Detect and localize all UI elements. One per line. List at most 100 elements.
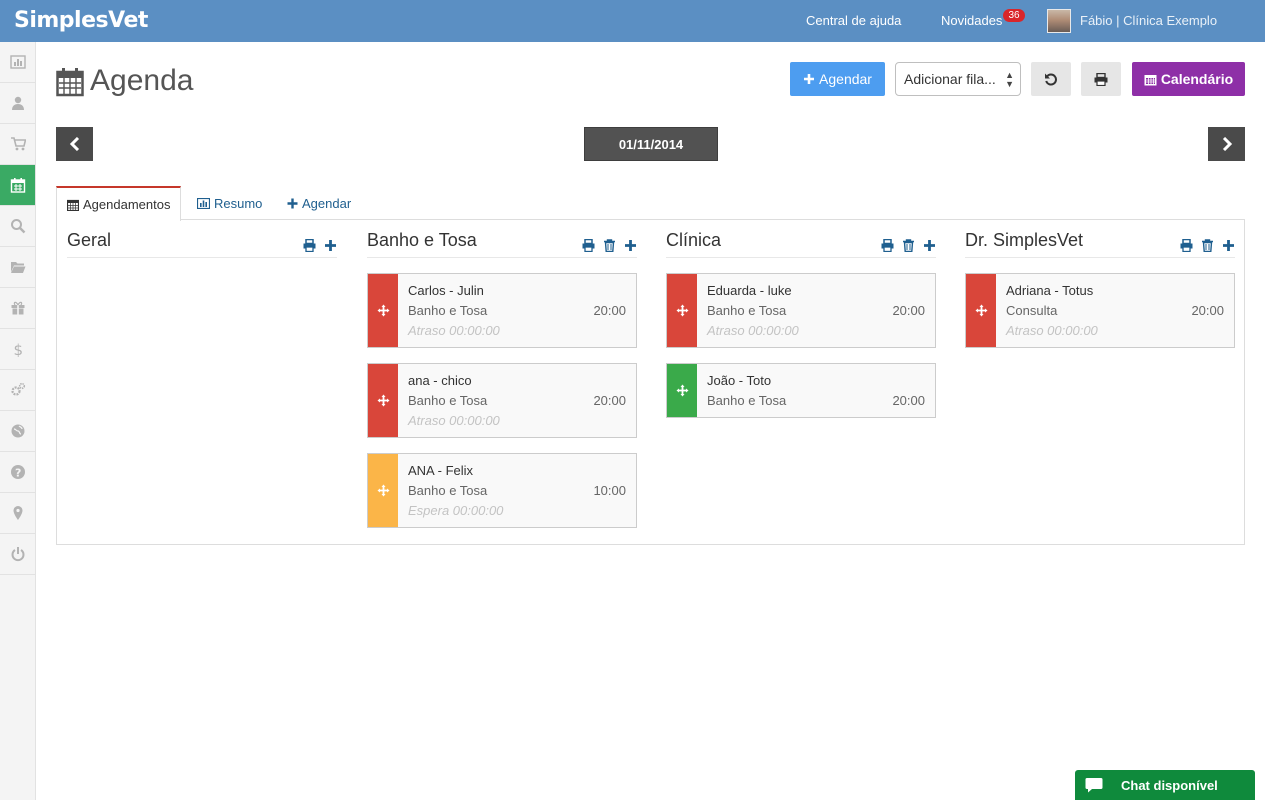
- sidebar-item-reports[interactable]: [0, 42, 35, 83]
- move-icon: [377, 304, 389, 317]
- globe-icon: [11, 424, 24, 438]
- print-icon[interactable]: [881, 239, 894, 252]
- card-status: Atraso 00:00:00: [408, 413, 500, 428]
- print-button[interactable]: [1081, 62, 1121, 96]
- column-actions: [881, 239, 936, 252]
- card-status-bar[interactable]: [368, 274, 398, 347]
- tab-resumo[interactable]: Resumo: [197, 186, 262, 220]
- sidebar-item-web[interactable]: [0, 411, 35, 452]
- refresh-button[interactable]: [1031, 62, 1071, 96]
- question-icon: ?: [10, 465, 25, 480]
- sidebar-item-logout[interactable]: [0, 534, 35, 575]
- trash-icon[interactable]: [902, 239, 915, 252]
- calendar-icon: [10, 178, 25, 193]
- sidebar-item-files[interactable]: [0, 247, 35, 288]
- sidebar-item-finance[interactable]: $: [0, 329, 35, 370]
- appointment-card[interactable]: ana - chico Banho e Tosa 20:00 Atraso 00:…: [367, 363, 637, 438]
- chevron-left-icon: [69, 137, 79, 151]
- move-icon: [676, 384, 688, 397]
- print-icon[interactable]: [303, 239, 316, 252]
- tab-agendamentos[interactable]: Agendamentos: [56, 186, 182, 221]
- tab-label: Agendamentos: [83, 197, 171, 212]
- card-status-bar[interactable]: [667, 364, 697, 417]
- card-pet-name: Eduarda - luke: [707, 283, 792, 298]
- appointment-card[interactable]: Eduarda - luke Banho e Tosa 20:00 Atraso …: [666, 273, 936, 348]
- sidebar-item-gifts[interactable]: [0, 288, 35, 329]
- move-icon: [975, 304, 987, 317]
- plus-icon[interactable]: [1222, 239, 1235, 252]
- tab-label: Resumo: [214, 195, 263, 211]
- help-center-link[interactable]: Central de ajuda: [806, 13, 901, 28]
- select-arrows-icon: ▲ ▼: [1005, 70, 1014, 89]
- card-status-bar[interactable]: [667, 274, 697, 347]
- column-title: Geral: [67, 230, 112, 250]
- card-service: Banho e Tosa: [408, 393, 488, 408]
- sidebar-item-clients[interactable]: [0, 83, 35, 124]
- sidebar: $ ?: [0, 42, 36, 800]
- appointment-card[interactable]: Adriana - Totus Consulta 20:00 Atraso 00:…: [965, 273, 1235, 348]
- undo-icon: [1045, 73, 1057, 86]
- column-header: Banho e Tosa: [367, 230, 637, 258]
- card-status-bar[interactable]: [966, 274, 996, 347]
- card-time: 20:00: [593, 303, 626, 318]
- dollar-icon: $: [13, 341, 23, 357]
- calendar-button-label: Calendário: [1160, 71, 1234, 87]
- card-time: 20:00: [593, 393, 626, 408]
- card-pet-name: Adriana - Totus: [1006, 283, 1094, 298]
- card-service: Banho e Tosa: [408, 303, 488, 318]
- sidebar-item-agenda[interactable]: [0, 165, 35, 206]
- card-status-bar[interactable]: [368, 364, 398, 437]
- next-day-button[interactable]: [1208, 127, 1245, 161]
- column-title: Dr. SimplesVet: [965, 230, 1084, 250]
- bar-chart-icon: [197, 197, 210, 209]
- card-status: Atraso 00:00:00: [1006, 323, 1098, 338]
- trash-icon[interactable]: [603, 239, 616, 252]
- avatar[interactable]: [1047, 9, 1071, 33]
- agendar-button[interactable]: Agendar: [790, 62, 885, 96]
- queue-select-value: Adicionar fila...: [904, 71, 996, 87]
- calendar-button[interactable]: Calendário: [1132, 62, 1245, 96]
- sidebar-item-sales[interactable]: [0, 124, 35, 165]
- column-title: Clínica: [666, 230, 722, 250]
- card-status-bar[interactable]: [368, 454, 398, 527]
- previous-day-button[interactable]: [56, 127, 93, 161]
- sidebar-item-search[interactable]: [0, 206, 35, 247]
- print-icon[interactable]: [1180, 239, 1193, 252]
- calendar-icon: [67, 199, 79, 211]
- card-service: Banho e Tosa: [408, 483, 488, 498]
- appointment-card[interactable]: João - Toto Banho e Tosa 20:00: [666, 363, 936, 418]
- column-header: Geral: [67, 230, 337, 258]
- column-header: Clínica: [666, 230, 936, 258]
- tab-agendar[interactable]: Agendar: [287, 186, 351, 220]
- sidebar-item-location[interactable]: [0, 493, 35, 534]
- shopping-cart-icon: [10, 137, 26, 151]
- column-title: Banho e Tosa: [367, 230, 477, 250]
- tab-label: Agendar: [302, 195, 352, 211]
- appointment-card[interactable]: ANA - Felix Banho e Tosa 10:00 Espera 00:…: [367, 453, 637, 528]
- card-status: Atraso 00:00:00: [707, 323, 799, 338]
- appointment-card[interactable]: Carlos - Julin Banho e Tosa 20:00 Atraso …: [367, 273, 637, 348]
- card-pet-name: Carlos - Julin: [408, 283, 484, 298]
- card-pet-name: João - Toto: [707, 373, 772, 388]
- current-date[interactable]: 01/11/2014: [584, 127, 718, 161]
- gift-icon: [11, 301, 24, 315]
- queue-select[interactable]: Adicionar fila... ▲ ▼: [895, 62, 1021, 96]
- sidebar-item-settings[interactable]: [0, 370, 35, 411]
- print-icon[interactable]: [582, 239, 595, 252]
- chat-bubble-icon: [1085, 778, 1103, 793]
- news-link[interactable]: Novidades: [941, 13, 1002, 28]
- app-logo[interactable]: SimplesVet: [14, 8, 148, 33]
- plus-icon[interactable]: [324, 239, 337, 252]
- news-count-badge: 36: [1003, 9, 1025, 22]
- plus-icon[interactable]: [923, 239, 936, 252]
- plus-icon[interactable]: [624, 239, 637, 252]
- plus-icon: [804, 74, 815, 84]
- sidebar-item-help[interactable]: ?: [0, 452, 35, 493]
- trash-icon[interactable]: [1201, 239, 1214, 252]
- card-time: 20:00: [892, 393, 925, 408]
- user-menu[interactable]: Fábio | Clínica Exemplo: [1080, 13, 1217, 28]
- column-actions: [1180, 239, 1235, 252]
- chat-widget[interactable]: Chat disponível: [1075, 770, 1255, 800]
- agendar-button-label: Agendar: [819, 71, 872, 87]
- move-icon: [377, 484, 389, 497]
